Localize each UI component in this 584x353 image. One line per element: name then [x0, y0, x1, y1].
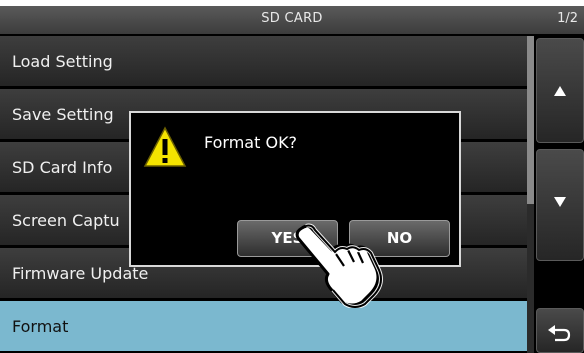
screen: SD CARD 1/2 Load Setting Save Setting SD… [0, 6, 584, 353]
scroll-up-button[interactable] [536, 38, 584, 143]
menu-item-label: Firmware Update [12, 264, 149, 283]
scrollbar-thumb[interactable] [527, 36, 534, 204]
triangle-up-icon [554, 86, 566, 96]
menu-item-label: Save Setting [12, 105, 114, 124]
scrollbar[interactable] [527, 36, 534, 353]
menu-item-format[interactable]: Format [0, 301, 527, 353]
menu-item-label: SD Card Info [12, 158, 113, 177]
menu-item-label: Load Setting [12, 52, 113, 71]
return-arrow-icon [548, 325, 571, 342]
warning-icon [143, 126, 187, 167]
pointing-hand-icon [295, 223, 383, 308]
triangle-down-icon [554, 197, 566, 207]
back-button[interactable] [536, 308, 584, 353]
menu-item-label: Format [12, 317, 69, 336]
menu-item-load-setting[interactable]: Load Setting [0, 36, 527, 88]
title-bar: SD CARD 1/2 [0, 6, 584, 34]
page-indicator: 1/2 [557, 11, 578, 26]
scroll-down-button[interactable] [536, 149, 584, 261]
dialog-message: Format OK? [204, 133, 298, 152]
menu-item-label: Screen Captu [12, 211, 120, 230]
screen-title: SD CARD [261, 11, 323, 26]
